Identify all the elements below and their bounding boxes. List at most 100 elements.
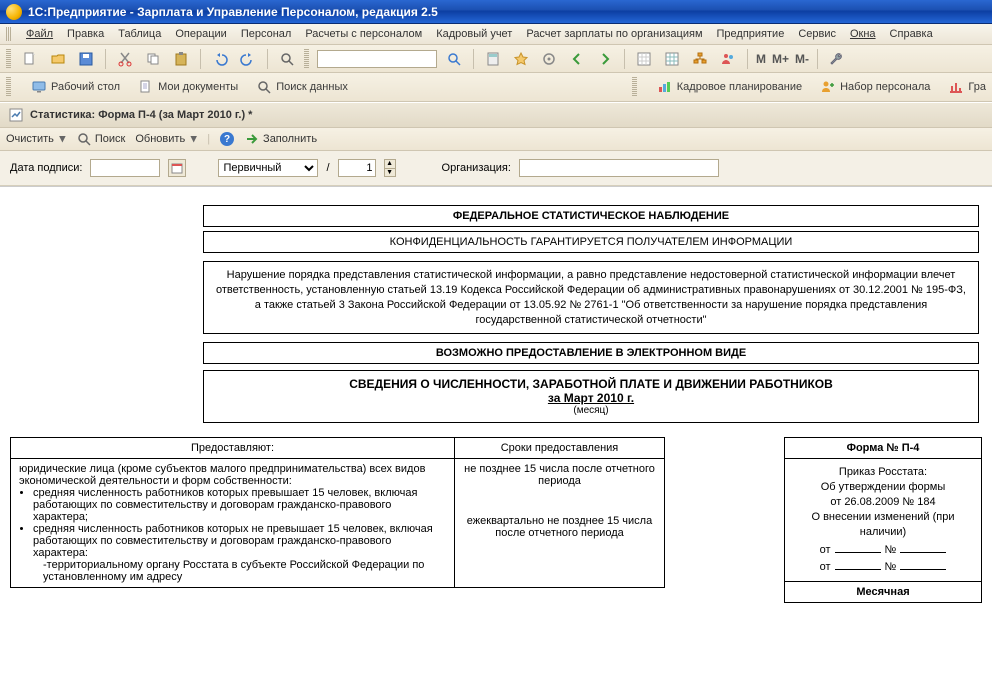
people-button[interactable] [717, 48, 739, 70]
order-label: Приказ Росстата: [791, 465, 975, 480]
provide-bullet-2: средняя численность работников которых н… [33, 523, 446, 559]
nav-mydocs[interactable]: Мои документы [138, 79, 238, 95]
paste-button[interactable] [170, 48, 192, 70]
doc-period: за Март 2010 г. [214, 391, 968, 405]
from-label: от [820, 560, 831, 575]
approval-label: Об утверждении формы [791, 480, 975, 495]
menu-help[interactable]: Справка [888, 26, 935, 42]
menu-payroll[interactable]: Расчет зарплаты по организациям [524, 26, 704, 42]
back-button[interactable] [566, 48, 588, 70]
blank-line [835, 542, 881, 553]
person-plus-icon [820, 79, 836, 95]
calc-button[interactable] [482, 48, 504, 70]
nav-label: Поиск данных [276, 81, 348, 93]
kind-select[interactable]: Первичный [218, 159, 318, 177]
question-icon: ? [220, 132, 234, 146]
menu-table[interactable]: Таблица [116, 26, 163, 42]
arrow-right-icon [244, 131, 260, 147]
chart-icon [657, 79, 673, 95]
menu-operations[interactable]: Операции [173, 26, 228, 42]
app-icon [6, 4, 22, 20]
tool-button[interactable] [538, 48, 560, 70]
search-icon [76, 131, 92, 147]
menu-edit[interactable]: Правка [65, 26, 106, 42]
nav-label: Кадровое планирование [677, 81, 802, 93]
doc-box-federal: ФЕДЕРАЛЬНОЕ СТАТИСТИЧЕСКОЕ НАБЛЮДЕНИЕ [203, 205, 979, 227]
chevron-down-icon [59, 136, 66, 143]
zoom-mplus-button[interactable]: M+ [772, 52, 789, 66]
help-button[interactable]: ? [220, 132, 234, 146]
nav-label: Рабочий стол [51, 81, 120, 93]
find-button[interactable] [276, 48, 298, 70]
menu-file[interactable]: Файл [24, 26, 55, 42]
save-button[interactable] [75, 48, 97, 70]
clear-button[interactable]: Очистить [6, 133, 66, 145]
nav-chart[interactable]: Гра [948, 79, 986, 95]
doc-period-sub: (месяц) [214, 405, 968, 416]
document-header: Статистика: Форма П-4 (за Март 2010 г.) … [0, 102, 992, 128]
search-button[interactable]: Поиск [76, 131, 125, 147]
calendar-button[interactable] [168, 159, 186, 177]
favorites-button[interactable] [510, 48, 532, 70]
parameters-row: Дата подписи: Первичный / ▲▼ Организация… [0, 151, 992, 186]
separator [200, 49, 201, 69]
nav-search[interactable]: Поиск данных [256, 79, 348, 95]
date-label: Дата подписи: [10, 162, 82, 174]
doc-title-block: СВЕДЕНИЯ О ЧИСЛЕННОСТИ, ЗАРАБОТНОЙ ПЛАТЕ… [203, 370, 979, 423]
blank-line [835, 559, 881, 570]
number-input[interactable] [338, 159, 376, 177]
due-line-2: ежеквартально не позднее 15 числа после … [463, 515, 656, 539]
menu-hr[interactable]: Кадровый учет [434, 26, 514, 42]
number-spinner[interactable]: ▲▼ [384, 159, 396, 177]
search-input[interactable] [317, 50, 437, 68]
wrench-button[interactable] [826, 48, 848, 70]
nav-label: Набор персонала [840, 81, 930, 93]
menu-service[interactable]: Сервис [796, 26, 838, 42]
nav-desktop[interactable]: Рабочий стол [31, 79, 120, 95]
periodicity-label: Месячная [785, 582, 981, 602]
cut-button[interactable] [114, 48, 136, 70]
change-row-1: от № [791, 542, 975, 558]
forward-button[interactable] [594, 48, 616, 70]
document-title: Статистика: Форма П-4 (за Март 2010 г.) … [30, 109, 252, 121]
undo-button[interactable] [209, 48, 231, 70]
grid2-button[interactable] [661, 48, 683, 70]
new-button[interactable] [19, 48, 41, 70]
refresh-button[interactable]: Обновить [135, 133, 197, 145]
date-input[interactable] [90, 159, 160, 177]
organization-input[interactable] [519, 159, 719, 177]
no-label: № [885, 560, 897, 575]
menu-calc[interactable]: Расчеты с персоналом [303, 26, 424, 42]
grip-icon [6, 77, 11, 97]
search-go-button[interactable] [443, 48, 465, 70]
form-info-box: Форма № П-4 Приказ Росстата: Об утвержде… [784, 437, 982, 603]
chevron-down-icon [190, 136, 197, 143]
menu-windows[interactable]: Окна [848, 26, 878, 42]
separator [624, 49, 625, 69]
provide-cell: юридические лица (кроме субъектов малого… [11, 459, 455, 588]
grid1-button[interactable] [633, 48, 655, 70]
zoom-mminus-button[interactable]: M- [795, 52, 809, 66]
open-button[interactable] [47, 48, 69, 70]
grip-icon [6, 49, 11, 69]
fill-button[interactable]: Заполнить [244, 131, 317, 147]
org-button[interactable] [689, 48, 711, 70]
th-due: Сроки предоставления [455, 438, 665, 459]
redo-button[interactable] [237, 48, 259, 70]
spin-down-icon[interactable]: ▼ [385, 169, 395, 177]
from-label: от [820, 543, 831, 558]
no-label: № [885, 543, 897, 558]
due-line-1: не позднее 15 числа после отчетного пери… [463, 463, 656, 487]
menu-enterprise[interactable]: Предприятие [715, 26, 787, 42]
document-icon [138, 79, 154, 95]
copy-button[interactable] [142, 48, 164, 70]
nav-planning[interactable]: Кадровое планирование [657, 79, 802, 95]
menu-personnel[interactable]: Персонал [239, 26, 294, 42]
main-toolbar: M M+ M- [0, 45, 992, 73]
blank-line [900, 559, 946, 570]
change-row-2: от № [791, 559, 975, 575]
spin-up-icon[interactable]: ▲ [385, 160, 395, 169]
zoom-m-button[interactable]: M [756, 52, 766, 66]
grip-icon [304, 49, 309, 69]
nav-recruitment[interactable]: Набор персонала [820, 79, 930, 95]
